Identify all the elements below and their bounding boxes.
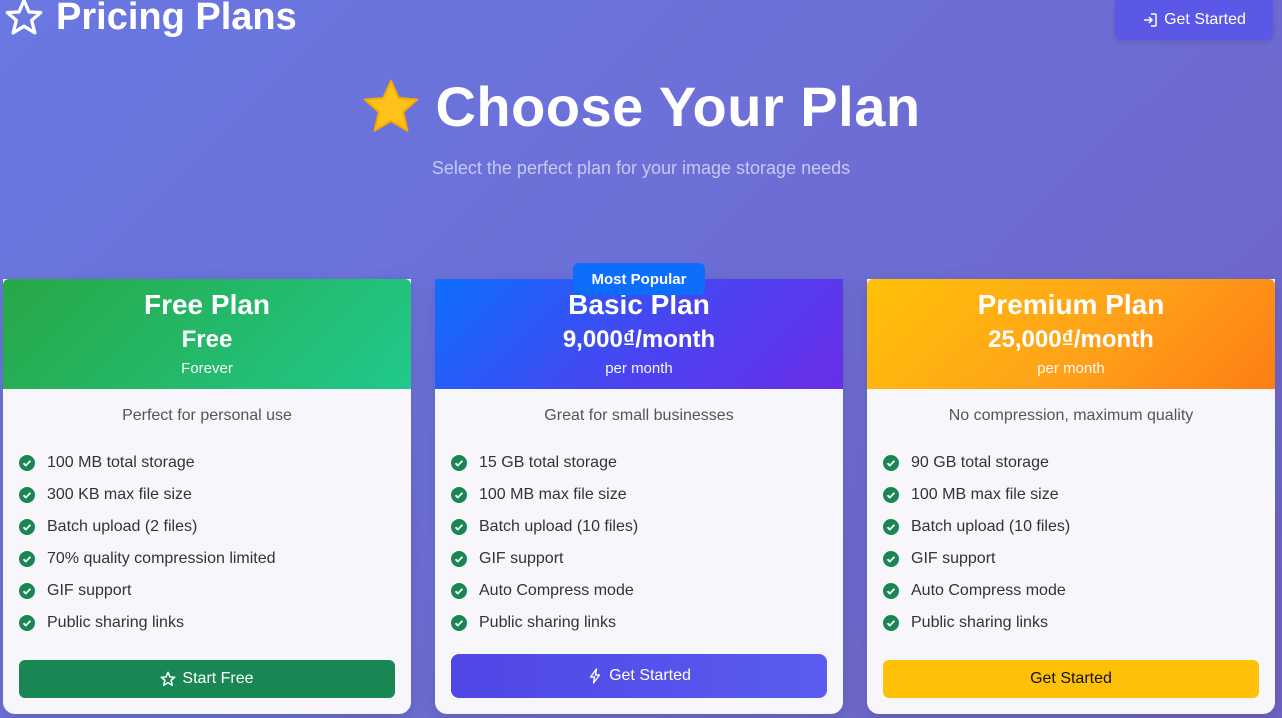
lightning-icon — [589, 668, 601, 684]
most-popular-badge: Most Popular — [573, 263, 705, 295]
feature-item: Batch upload (10 files) — [451, 511, 843, 543]
feature-item: Auto Compress mode — [451, 575, 843, 607]
feature-item: Public sharing links — [451, 607, 843, 639]
hero: Choose Your Plan — [0, 74, 1282, 139]
check-circle-icon — [883, 487, 899, 503]
check-circle-icon — [19, 551, 35, 567]
check-circle-icon — [883, 615, 899, 631]
premium-get-started-label: Get Started — [1030, 670, 1112, 687]
plan-card-free: Free Plan Free Forever Perfect for perso… — [3, 279, 411, 714]
nav-get-started-label: Get Started — [1164, 11, 1246, 28]
check-circle-icon — [451, 487, 467, 503]
plan-price: 9,000₫/month — [562, 326, 716, 353]
feature-item: Batch upload (10 files) — [883, 511, 1275, 543]
feature-item: Auto Compress mode — [883, 575, 1275, 607]
plan-header: Premium Plan 25,000₫/month per month — [867, 279, 1275, 389]
check-circle-icon — [451, 519, 467, 535]
check-circle-icon — [883, 551, 899, 567]
feature-item: 300 KB max file size — [19, 479, 411, 511]
page-title: Pricing Plans — [56, 0, 297, 38]
check-circle-icon — [19, 487, 35, 503]
check-circle-icon — [451, 551, 467, 567]
feature-item: 70% quality compression limited — [19, 543, 411, 575]
check-circle-icon — [19, 583, 35, 599]
feature-item: Public sharing links — [883, 607, 1275, 639]
page-header: Pricing Plans — [4, 0, 297, 40]
feature-item: Batch upload (2 files) — [19, 511, 411, 543]
check-circle-icon — [451, 583, 467, 599]
plan-name: Premium Plan — [977, 289, 1165, 320]
plan-header: Basic Plan 9,000₫/month per month — [435, 279, 843, 389]
feature-item: 100 MB max file size — [883, 479, 1275, 511]
feature-list: 100 MB total storage 300 KB max file siz… — [19, 447, 411, 639]
plan-name: Free Plan — [143, 289, 271, 320]
plan-price: 25,000₫/month — [988, 326, 1154, 353]
plan-period: Forever — [181, 360, 233, 377]
start-free-button[interactable]: Start Free — [19, 660, 395, 698]
feature-item: 15 GB total storage — [451, 447, 843, 479]
plan-card-basic: Basic Plan 9,000₫/month per month Most P… — [435, 263, 843, 714]
star-icon — [364, 79, 419, 132]
hero-subtitle: Select the perfect plan for your image s… — [431, 158, 851, 178]
plan-header: Free Plan Free Forever — [3, 279, 411, 389]
plan-description: Perfect for personal use — [122, 407, 292, 424]
star-outline-icon — [5, 0, 43, 35]
start-free-label: Start Free — [182, 670, 254, 687]
feature-item: 100 MB total storage — [19, 447, 411, 479]
feature-item: GIF support — [883, 543, 1275, 575]
check-circle-icon — [19, 519, 35, 535]
check-circle-icon — [883, 455, 899, 471]
plan-period: per month — [1037, 360, 1105, 377]
check-circle-icon — [451, 615, 467, 631]
check-circle-icon — [451, 455, 467, 471]
feature-item: Public sharing links — [19, 607, 411, 639]
plan-description: Great for small businesses — [544, 407, 734, 424]
basic-get-started-label: Get Started — [609, 667, 691, 684]
check-circle-icon — [19, 455, 35, 471]
feature-list: 90 GB total storage 100 MB max file size… — [883, 447, 1275, 639]
check-circle-icon — [883, 583, 899, 599]
basic-get-started-button[interactable]: Get Started — [451, 654, 827, 698]
plan-period: per month — [605, 360, 673, 377]
feature-item: 90 GB total storage — [883, 447, 1275, 479]
plan-description: No compression, maximum quality — [948, 407, 1194, 424]
feature-item: GIF support — [451, 543, 843, 575]
nav-get-started-button[interactable]: Get Started — [1115, 0, 1273, 40]
sign-in-icon — [1144, 13, 1157, 27]
premium-get-started-button[interactable]: Get Started — [883, 660, 1259, 698]
feature-item: 100 MB max file size — [451, 479, 843, 511]
plan-price: Free — [181, 326, 233, 353]
check-circle-icon — [19, 615, 35, 631]
star-outline-icon — [161, 671, 176, 687]
plan-card-premium: Premium Plan 25,000₫/month per month No … — [867, 279, 1275, 714]
check-circle-icon — [883, 519, 899, 535]
hero-title: Choose Your Plan — [435, 75, 921, 138]
feature-item: GIF support — [19, 575, 411, 607]
feature-list: 15 GB total storage 100 MB max file size… — [451, 447, 843, 639]
